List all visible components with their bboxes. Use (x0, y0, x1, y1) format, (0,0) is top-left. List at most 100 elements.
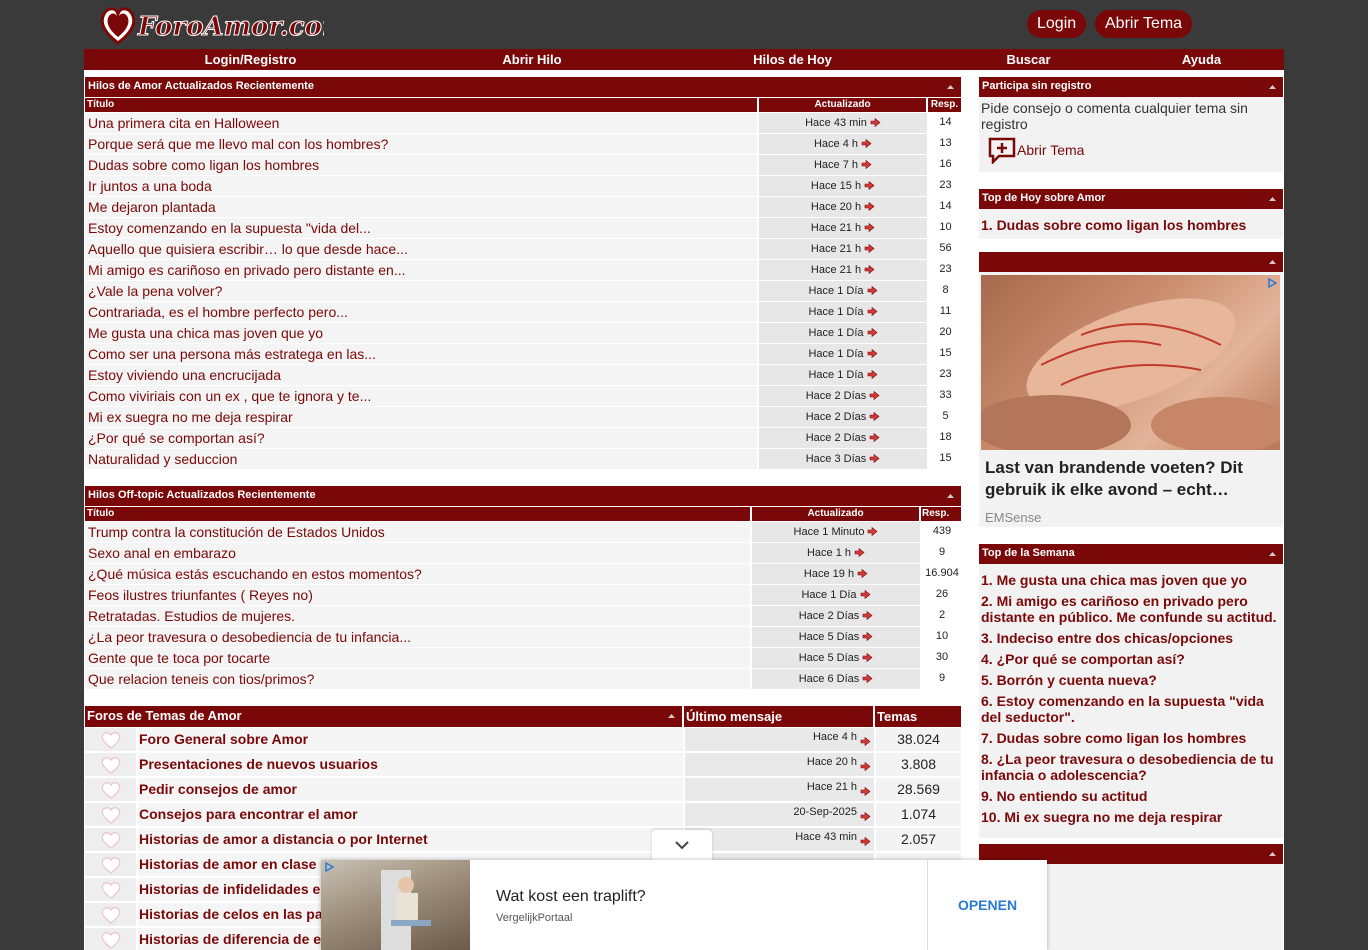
go-to-last-post-icon[interactable] (867, 286, 878, 295)
go-to-last-post-icon[interactable] (861, 160, 872, 169)
go-to-last-post-icon[interactable] (862, 674, 873, 683)
forum-name-link[interactable]: Pedir consejos de amor (138, 778, 683, 801)
thread-title-link[interactable]: Estoy viviendo una encrucijada (85, 365, 757, 385)
forum-heart-cell (85, 778, 136, 801)
go-to-last-post-icon[interactable] (864, 181, 875, 190)
nav-search[interactable]: Buscar (990, 49, 1067, 70)
go-to-last-post-icon[interactable] (862, 653, 873, 662)
thread-title-link[interactable]: Como viviriais con un ex , que te ignora… (85, 386, 757, 406)
ad-choices-icon[interactable] (1267, 278, 1277, 288)
go-to-last-post-icon[interactable] (860, 812, 871, 821)
go-to-last-post-icon[interactable] (867, 349, 878, 358)
top-week-item[interactable]: 1. Me gusta una chica mas joven que yo (981, 572, 1281, 588)
go-to-last-post-icon[interactable] (861, 139, 872, 148)
thread-title-link[interactable]: ¿Por qué se comportan así? (85, 428, 757, 448)
thread-row: Dudas sobre como ligan los hombres Hace 7… (85, 155, 962, 176)
thread-title-link[interactable]: Trump contra la constitución de Estados … (85, 522, 750, 542)
go-to-last-post-icon[interactable] (860, 762, 871, 771)
go-to-last-post-icon[interactable] (860, 787, 871, 796)
top-today-item[interactable]: 1. Dudas sobre como ligan los hombres (981, 217, 1281, 233)
login-button[interactable]: Login (1027, 10, 1087, 38)
thread-title-link[interactable]: Una primera cita en Halloween (85, 113, 757, 133)
thread-title-link[interactable]: Que relacion teneis con tios/primos? (85, 669, 750, 689)
collapse-icon[interactable] (1268, 849, 1277, 858)
go-to-last-post-icon[interactable] (869, 433, 880, 442)
nav-open-thread[interactable]: Abrir Hilo (484, 49, 580, 70)
go-to-last-post-icon[interactable] (862, 632, 873, 641)
top-week-item[interactable]: 9. No entiendo su actitud (981, 788, 1281, 804)
go-to-last-post-icon[interactable] (867, 527, 878, 536)
go-to-last-post-icon[interactable] (870, 118, 881, 127)
thread-title-link[interactable]: Dudas sobre como ligan los hombres (85, 155, 757, 175)
thread-title-link[interactable]: Me gusta una chica mas joven que yo (85, 323, 757, 343)
collapse-icon[interactable] (946, 82, 955, 91)
nav-help[interactable]: Ayuda (1164, 49, 1239, 70)
go-to-last-post-icon[interactable] (860, 837, 871, 846)
nav-login-register[interactable]: Login/Registro (188, 49, 313, 70)
collapse-icon[interactable] (1268, 257, 1277, 266)
go-to-last-post-icon[interactable] (864, 265, 875, 274)
thread-replies: 9 (922, 543, 962, 563)
thread-title-link[interactable]: Naturalidad y seduccion (85, 449, 757, 469)
thread-title-link[interactable]: Gente que te toca por tocarte (85, 648, 750, 668)
thread-title-link[interactable]: Mi amigo es cariñoso en privado pero dis… (85, 260, 757, 280)
go-to-last-post-icon[interactable] (857, 569, 868, 578)
go-to-last-post-icon[interactable] (864, 202, 875, 211)
bottom-ad-open-button[interactable]: OPENEN (928, 860, 1047, 950)
forum-name-link[interactable]: Historias de amor a distancia o por Inte… (138, 828, 683, 851)
top-week-item[interactable]: 5. Borrón y cuenta nueva? (981, 672, 1281, 688)
forum-name-link[interactable]: Foro General sobre Amor (138, 728, 683, 751)
thread-title-link[interactable]: Ir juntos a una boda (85, 176, 757, 196)
go-to-last-post-icon[interactable] (867, 370, 878, 379)
top-week-item[interactable]: 6. Estoy comenzando en la supuesta "vida… (981, 693, 1281, 725)
go-to-last-post-icon[interactable] (867, 307, 878, 316)
site-logo[interactable]: ForoAmor.com (98, 3, 324, 47)
heart-icon (101, 931, 120, 949)
open-topic-button[interactable]: Abrir Tema (1095, 10, 1193, 38)
top-week-item[interactable]: 2. Mi amigo es cariñoso en privado pero … (981, 593, 1281, 625)
thread-title-link[interactable]: Contrariada, es el hombre perfecto pero.… (85, 302, 757, 322)
thread-replies: 11 (929, 302, 962, 322)
thread-title-link[interactable]: Feos ilustres triunfantes ( Reyes no) (85, 585, 750, 605)
go-to-last-post-icon[interactable] (854, 548, 865, 557)
forum-name-link[interactable]: Consejos para encontrar el amor (138, 803, 683, 826)
thread-title-link[interactable]: ¿Qué música estás escuchando en estos mo… (85, 564, 750, 584)
thread-updated-text: Hace 1 Día (808, 348, 864, 360)
thread-title-link[interactable]: Estoy comenzando en la supuesta "vida de… (85, 218, 757, 238)
go-to-last-post-icon[interactable] (862, 611, 873, 620)
go-to-last-post-icon[interactable] (860, 737, 871, 746)
thread-title-link[interactable]: ¿Vale la pena volver? (85, 281, 757, 301)
collapse-icon[interactable] (1268, 549, 1277, 558)
participate-open-topic-button[interactable]: Abrir Tema (987, 136, 1084, 164)
thread-title-link[interactable]: Me dejaron plantada (85, 197, 757, 217)
go-to-last-post-icon[interactable] (864, 244, 875, 253)
ad-choices-icon[interactable] (324, 862, 334, 872)
thread-title-link[interactable]: Sexo anal en embarazo (85, 543, 750, 563)
thread-title-link[interactable]: Retratadas. Estudios de mujeres. (85, 606, 750, 626)
go-to-last-post-icon[interactable] (869, 454, 880, 463)
collapse-icon[interactable] (1268, 82, 1277, 91)
top-week-item[interactable]: 8. ¿La peor travesura o desobediencia de… (981, 751, 1281, 783)
top-week-item[interactable]: 7. Dudas sobre como ligan los hombres (981, 730, 1281, 746)
top-week-item[interactable]: 4. ¿Por qué se comportan así? (981, 651, 1281, 667)
nav-todays-threads[interactable]: Hilos de Hoy (739, 49, 846, 70)
collapse-icon[interactable] (1268, 194, 1277, 203)
thread-title-link[interactable]: Como ser una persona más estratega en la… (85, 344, 757, 364)
collapse-icon[interactable] (946, 491, 955, 500)
top-week-item[interactable]: 10. Mi ex suegra no me deja respirar (981, 809, 1281, 825)
thread-title-link[interactable]: Mi ex suegra no me deja respirar (85, 407, 757, 427)
go-to-last-post-icon[interactable] (864, 223, 875, 232)
forum-name-link[interactable]: Presentaciones de nuevos usuarios (138, 753, 683, 776)
sidebar-ad[interactable]: Last van brandende voeten? Dit gebruik i… (979, 272, 1283, 527)
ad-collapse-tab[interactable] (652, 830, 712, 861)
go-to-last-post-icon[interactable] (869, 391, 880, 400)
go-to-last-post-icon[interactable] (867, 328, 878, 337)
go-to-last-post-icon[interactable] (860, 590, 871, 599)
thread-title-link[interactable]: ¿La peor travesura o desobediencia de tu… (85, 627, 750, 647)
thread-title-link[interactable]: Porque será que me llevo mal con los hom… (85, 134, 757, 154)
thread-title-link[interactable]: Aquello que quisiera escribir… lo que de… (85, 239, 757, 259)
collapse-icon[interactable] (667, 711, 676, 720)
go-to-last-post-icon[interactable] (869, 412, 880, 421)
bottom-ad-banner[interactable]: Wat kost een traplift? VergelijkPortaal … (321, 860, 1047, 950)
top-week-item[interactable]: 3. Indeciso entre dos chicas/opciones (981, 630, 1281, 646)
